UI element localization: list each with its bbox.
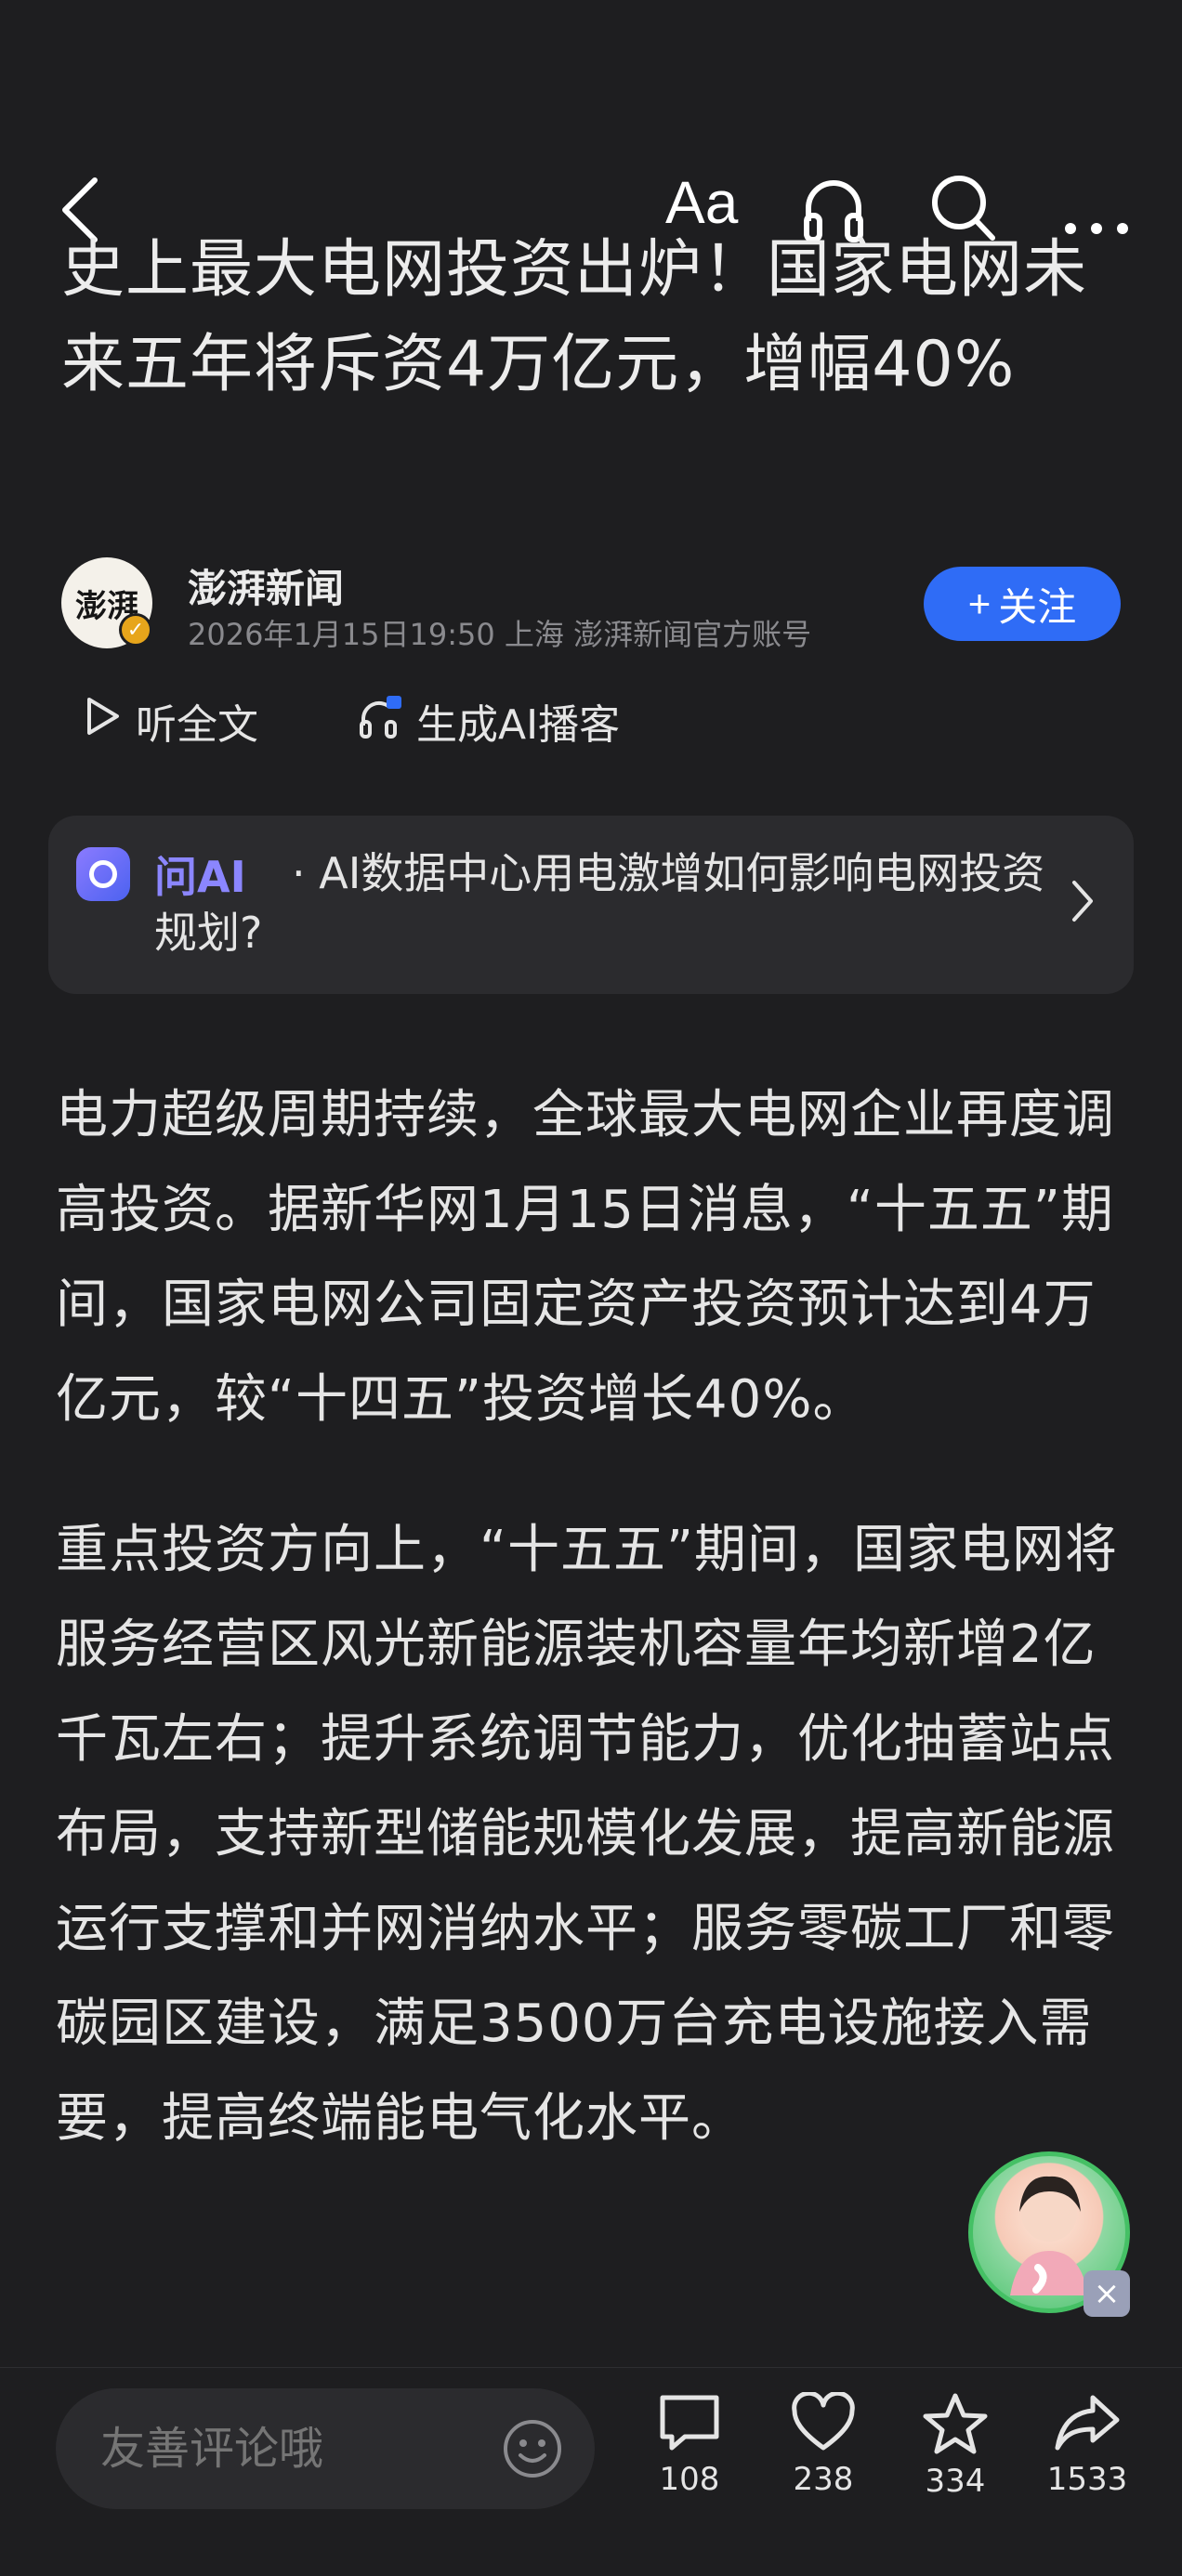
podcast-label: 生成AI播客 [416,701,621,749]
play-icon [84,696,121,747]
author-row: 澎湃 ✓ 澎湃新闻 2026年1月15日19:50 上海 澎湃新闻官方账号 + … [61,557,1121,660]
ai-headphone-icon [359,694,401,749]
heart-icon [768,2392,879,2453]
chevron-right-icon [1069,877,1097,929]
favorite-button[interactable]: 334 [900,2392,1011,2500]
share-icon [1031,2392,1143,2453]
comments-button[interactable]: 108 [634,2392,745,2498]
follow-label: 关注 [998,584,1077,629]
likes-count: 238 [793,2461,854,2498]
share-button[interactable]: 1533 [1031,2392,1143,2498]
close-icon[interactable]: × [1084,2270,1130,2317]
verified-icon: ✓ [119,613,152,647]
listen-button[interactable]: 听全文 [84,691,258,751]
article-paragraph: 重点投资方向上，“十五五”期间，国家电网将服务经营区风光新能源装机容量年均新增2… [56,1520,1119,2149]
article-title: 史上最大电网投资出炉！国家电网未来五年将斥资4万亿元，增幅40% [61,233,1088,401]
star-icon [900,2392,1011,2455]
podcast-button[interactable]: 生成AI播客 [359,691,620,751]
ai-label: 问AI [154,852,246,902]
article-body: 电力超级周期持续，全球最大电网企业再度调高投资。据新华网1月15日消息，“十五五… [56,1068,1134,2222]
follow-button[interactable]: + 关注 [924,567,1121,641]
plus-icon: + [967,582,992,625]
listen-label: 听全文 [136,701,258,749]
author-meta: 2026年1月15日19:50 上海 澎湃新闻官方账号 [188,617,812,652]
bottom-bar: 108 238 334 1533 [0,2367,1182,2576]
comment-icon [634,2392,745,2453]
author-name[interactable]: 澎湃新闻 [188,557,344,614]
ask-ai-card[interactable]: · AI数据中心用电激增如何影响电网投资规划? 问AI [48,816,1134,994]
article-paragraph: 电力超级周期持续，全球最大电网企业再度调高投资。据新华网1月15日消息，“十五五… [56,1085,1115,1430]
like-button[interactable]: 238 [768,2392,879,2498]
ai-logo-icon [76,847,130,901]
favorites-count: 334 [925,2463,986,2500]
emoji-icon[interactable] [502,2418,563,2483]
ai-question: · AI数据中心用电激增如何影响电网投资规划? [154,848,1045,958]
comments-count: 108 [659,2461,720,2498]
shares-count: 1533 [1046,2461,1128,2498]
